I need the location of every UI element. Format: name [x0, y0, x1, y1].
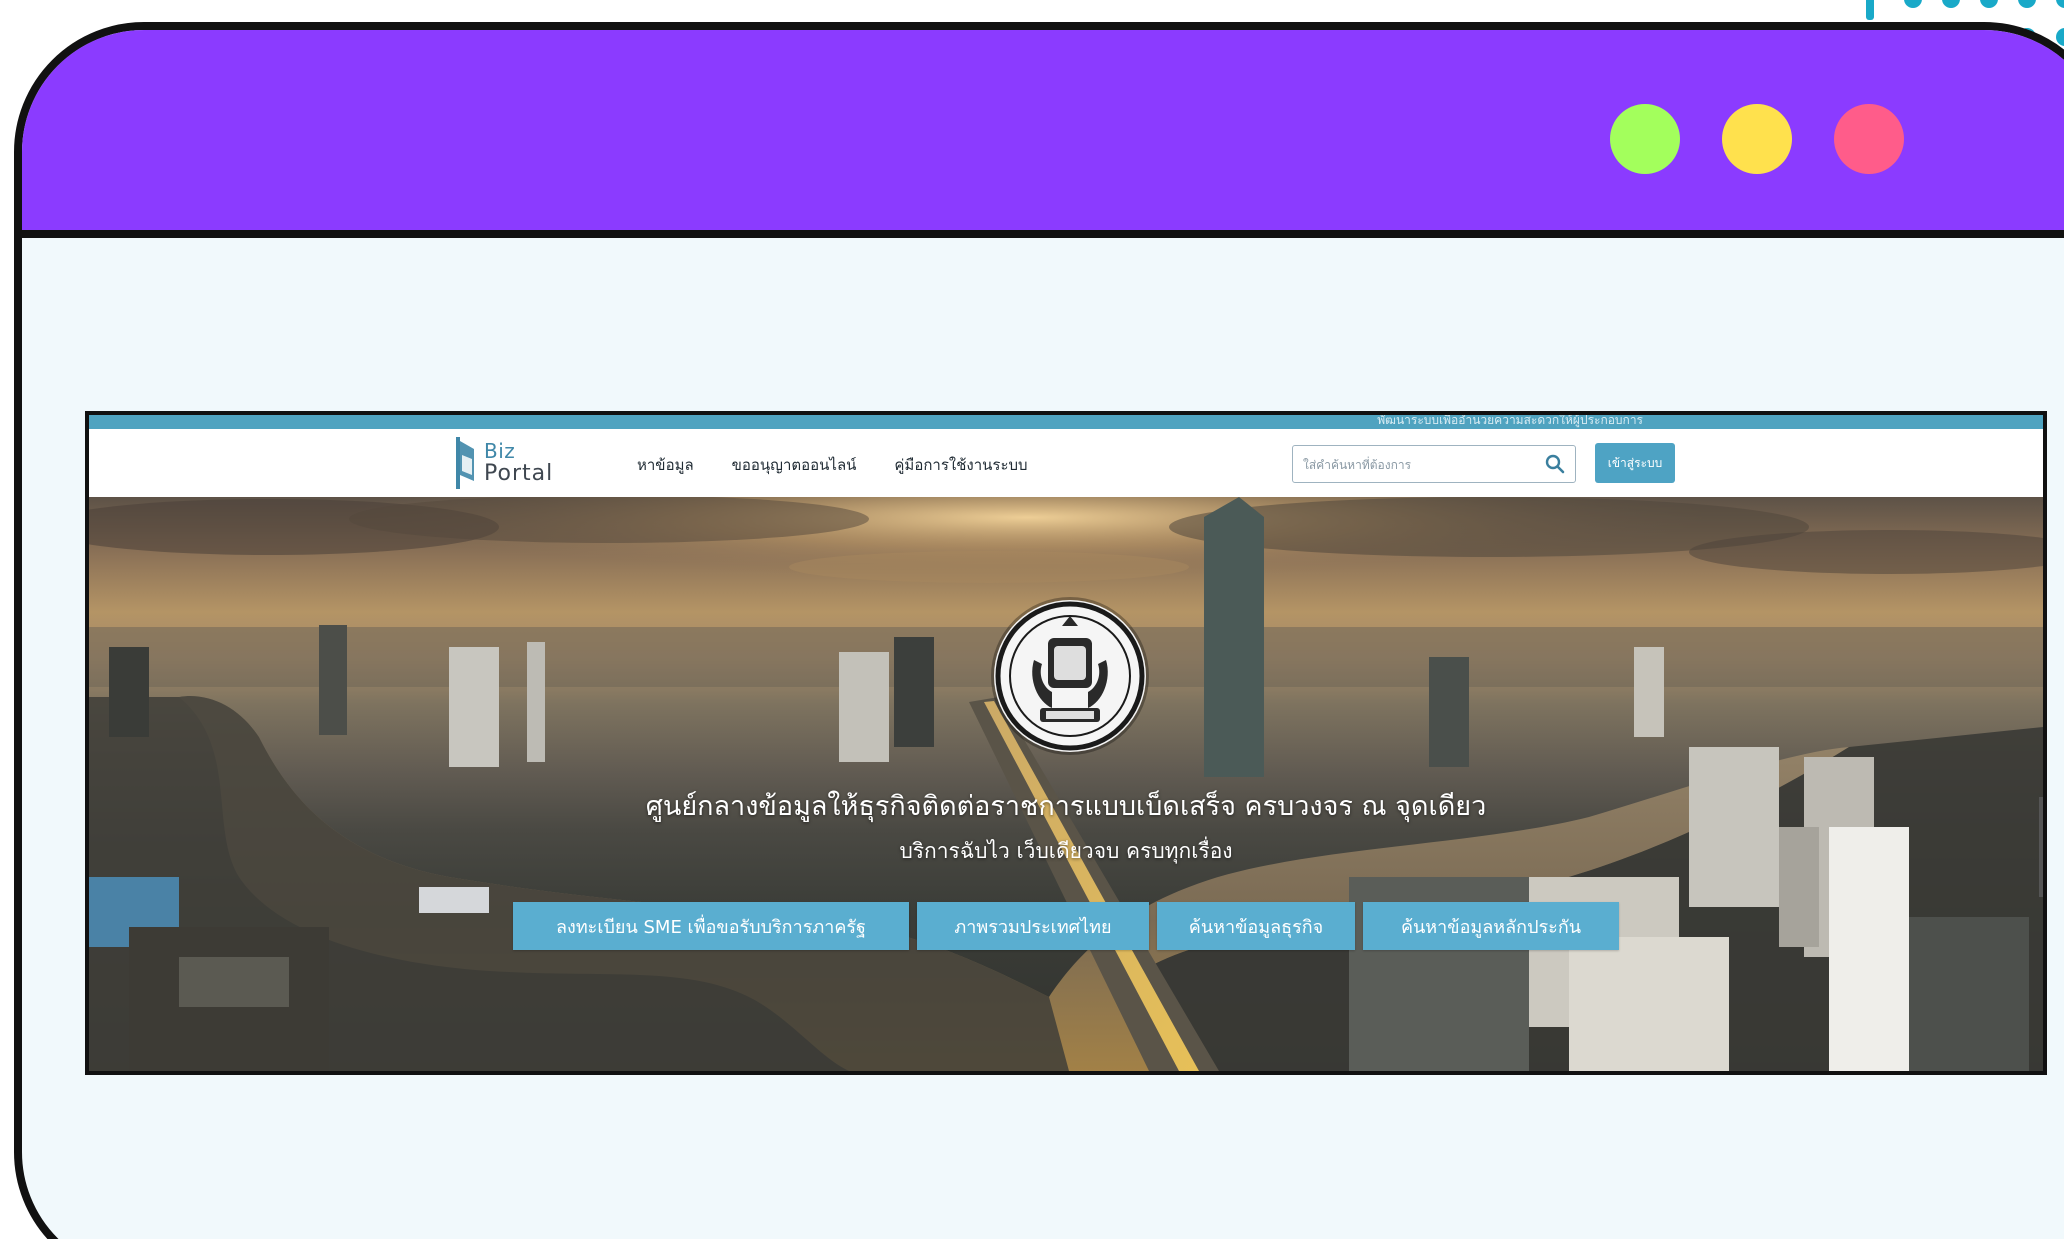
logo-wordmark: Biz Portal — [484, 441, 553, 485]
government-emblem-icon — [994, 600, 1146, 752]
nav-item-user-manual[interactable]: คู่มือการใช้งานระบบ — [894, 453, 1027, 477]
top-info-strip: พัฒนาระบบเพื่ออำนวยความสะดวกให้ผู้ประกอบ… — [89, 415, 2043, 429]
nav-item-online-permit[interactable]: ขออนุญาตออนไลน์ — [732, 453, 857, 477]
search-icon[interactable] — [1545, 454, 1565, 474]
search-box — [1292, 445, 1576, 484]
thailand-overview-button[interactable]: ภาพรวมประเทศไทย — [917, 902, 1149, 950]
site-header: Biz Portal หาข้อมูล ขออนุญาตออนไลน์ คู่ม… — [89, 429, 2043, 497]
slide-canvas: พัฒนาระบบเพื่ออำนวยความสะดวกให้ผู้ประกอบ… — [0, 0, 2064, 1239]
logo-line-biz: Biz — [484, 439, 516, 463]
search-input[interactable] — [1301, 446, 1535, 484]
main-nav: หาข้อมูล ขออนุญาตออนไลน์ คู่มือการใช้งาน… — [637, 453, 1028, 477]
business-search-button[interactable]: ค้นหาข้อมูลธุรกิจ — [1157, 902, 1355, 950]
nav-item-search-info[interactable]: หาข้อมูล — [637, 453, 694, 477]
yellow-window-control[interactable] — [1722, 104, 1792, 174]
hero-title: ศูนย์กลางข้อมูลให้ธุรกิจติดต่อราชการแบบเ… — [645, 791, 1487, 822]
bizportal-logo[interactable]: Biz Portal — [454, 435, 564, 491]
window-titlebar — [22, 30, 2064, 238]
website-screenshot: พัฒนาระบบเพื่ออำนวยความสะดวกให้ผู้ประกอบ… — [85, 411, 2047, 1075]
login-button[interactable]: เข้าสู่ระบบ — [1595, 443, 1675, 483]
bizportal-logo-icon — [454, 435, 482, 491]
hero-button-row: ลงทะเบียน SME เพื่อขอรับบริการภาครัฐ ภาพ… — [513, 902, 1619, 950]
browser-window-frame: พัฒนาระบบเพื่ออำนวยความสะดวกให้ผู้ประกอบ… — [14, 22, 2064, 1239]
top-strip-text: พัฒนาระบบเพื่ออำนวยความสะดวกให้ผู้ประกอบ… — [1377, 415, 1643, 427]
hero-banner: ศูนย์กลางข้อมูลให้ธุรกิจติดต่อราชการแบบเ… — [89, 497, 2043, 1071]
logo-line-portal: Portal — [484, 461, 554, 486]
register-sme-button[interactable]: ลงทะเบียน SME เพื่อขอรับบริการภาครัฐ — [513, 902, 909, 950]
green-window-control[interactable] — [1610, 104, 1680, 174]
pink-window-control[interactable] — [1834, 104, 1904, 174]
collateral-search-button[interactable]: ค้นหาข้อมูลหลักประกัน — [1363, 902, 1619, 950]
hero-subtitle: บริการฉับไว เว็บเดียวจบ ครบทุกเรื่อง — [899, 839, 1233, 863]
